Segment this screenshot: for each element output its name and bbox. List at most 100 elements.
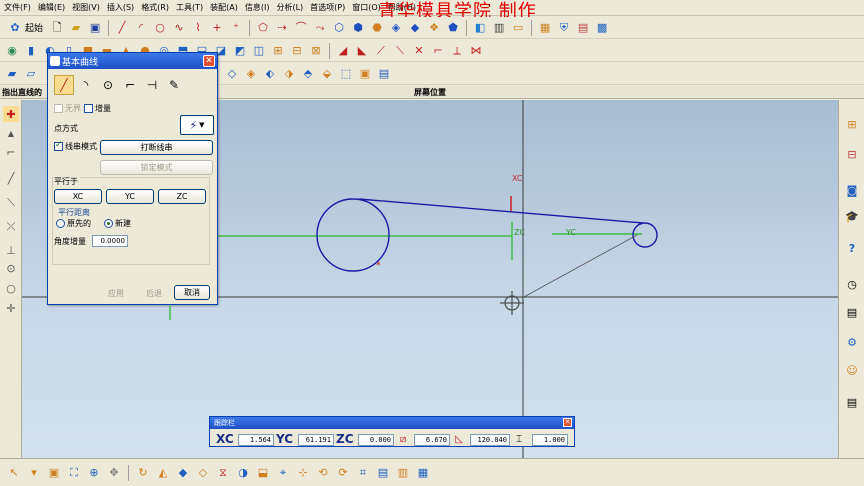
training-icon[interactable]: 🎓 — [844, 208, 860, 224]
visible-layers-icon[interactable]: ▥ — [395, 465, 411, 481]
menu-file[interactable]: 文件(F) — [4, 2, 31, 13]
unite-icon[interactable]: ⊞ — [270, 43, 286, 59]
section-view-icon[interactable]: ◑ — [235, 465, 251, 481]
orient-view-icon[interactable]: ▣ — [46, 465, 62, 481]
perspective-icon[interactable]: ◭ — [155, 465, 171, 481]
incremental-checkbox[interactable] — [84, 104, 93, 113]
history-icon[interactable]: ▤ — [575, 20, 591, 36]
fillet-icon[interactable]: ⌐ — [120, 75, 140, 95]
point-tool-icon[interactable]: + — [209, 20, 225, 36]
point-set-icon[interactable]: ⁺ — [228, 20, 244, 36]
help-icon[interactable]: ? — [844, 240, 860, 256]
parallel-xc-button[interactable]: XC — [54, 189, 102, 204]
fit-icon[interactable]: ⛶ — [66, 465, 82, 481]
apply-button[interactable]: 应用 — [108, 288, 124, 299]
length-input[interactable]: 6.670 — [414, 434, 450, 446]
wcs-origin-icon[interactable]: ⊹ — [295, 465, 311, 481]
extract-curve-icon[interactable]: ⬣ — [369, 20, 385, 36]
split-body-icon[interactable]: ⌐ — [430, 43, 446, 59]
tracking-bar-close-button[interactable]: ✕ — [563, 418, 572, 427]
scroll-up-icon[interactable]: ▲ — [3, 126, 19, 142]
text-curve-icon[interactable]: ◆ — [407, 20, 423, 36]
assembly-nav-icon[interactable]: ▦ — [537, 20, 553, 36]
end-point-icon[interactable]: ⌐ — [3, 144, 19, 160]
unbounded-checkbox[interactable] — [54, 104, 63, 113]
incremental-option[interactable]: 增量 — [84, 103, 111, 114]
scale-icon[interactable]: ▭ — [510, 20, 526, 36]
menu-tools[interactable]: 工具(T) — [176, 2, 203, 13]
angle-input[interactable]: 120.040 — [470, 434, 510, 446]
angle-increment-input[interactable]: 0.0000 — [92, 235, 128, 247]
project-curve-icon[interactable]: ⇢ — [274, 20, 290, 36]
studio-spline-icon[interactable]: ⌇ — [190, 20, 206, 36]
trim-body-icon[interactable]: ✕ — [411, 43, 427, 59]
zc-input[interactable]: 0.000 — [358, 434, 394, 446]
original-option[interactable]: 原先的 — [56, 218, 91, 229]
wcs-orient-icon[interactable]: ⟳ — [335, 465, 351, 481]
edit-parameter-icon[interactable]: ✎ — [164, 75, 184, 95]
wcs-rotate-icon[interactable]: ⟲ — [315, 465, 331, 481]
extrude-icon[interactable]: ▮ — [23, 43, 39, 59]
pan-icon[interactable]: ✥ — [106, 465, 122, 481]
point-on-curve-icon[interactable]: ✛ — [3, 300, 19, 316]
web-browser-icon[interactable]: ◙ — [844, 182, 860, 198]
n-sided-surface-icon[interactable]: ⬗ — [281, 66, 297, 82]
menu-window[interactable]: 窗口(O) — [352, 2, 381, 13]
history-clock-icon[interactable]: ◷ — [844, 276, 860, 292]
wcs-icon[interactable]: ⌖ — [275, 465, 291, 481]
offset-surface-icon[interactable]: ⬙ — [319, 66, 335, 82]
menu-assembly[interactable]: 装配(A) — [210, 2, 238, 13]
bridge-curve-icon[interactable]: ⌒ — [293, 20, 309, 36]
through-curves-icon[interactable]: ▱ — [23, 66, 39, 82]
intersection-curve-icon[interactable]: ⬡ — [331, 20, 347, 36]
wrap-curve-icon[interactable]: ◈ — [388, 20, 404, 36]
dialog-title-bar[interactable]: 基本曲线 ✕ — [48, 53, 217, 69]
scroll-down-icon[interactable]: ▤ — [844, 394, 860, 410]
mirror-icon[interactable]: ⟂ — [449, 43, 465, 59]
lock-mode-button[interactable]: 锁定模式 — [100, 160, 213, 175]
dialog-close-button[interactable]: ✕ — [203, 55, 215, 67]
groove-icon[interactable]: ◫ — [251, 43, 267, 59]
process-studio-icon[interactable]: ⚙ — [844, 334, 860, 350]
offset-curve-icon[interactable]: ⬠ — [255, 20, 271, 36]
menu-preferences[interactable]: 首选项(P) — [310, 2, 345, 13]
wcs-display-icon[interactable]: ⌗ — [355, 465, 371, 481]
new-option[interactable]: 新建 — [104, 218, 131, 229]
menu-analysis[interactable]: 分析(L) — [276, 2, 303, 13]
subtract-icon[interactable]: ⊟ — [289, 43, 305, 59]
line-tool-icon[interactable]: ╱ — [114, 20, 130, 36]
system-materials-icon[interactable]: ▤ — [844, 304, 860, 320]
edge-blend-icon[interactable]: ◢ — [335, 43, 351, 59]
draft-icon[interactable]: ⟍ — [392, 43, 408, 59]
parallel-yc-button[interactable]: YC — [106, 189, 154, 204]
pattern-icon[interactable]: ⋈ — [468, 43, 484, 59]
helix-icon[interactable]: ❖ — [426, 20, 442, 36]
menu-insert[interactable]: 插入(S) — [107, 2, 134, 13]
line-icon[interactable]: ╱ — [54, 75, 74, 95]
layer-settings-icon[interactable]: ▤ — [375, 465, 391, 481]
zoom-icon[interactable]: ⊕ — [86, 465, 102, 481]
shell-icon[interactable]: ⟋ — [373, 43, 389, 59]
unbounded-option[interactable]: 无界 — [54, 103, 81, 114]
back-button[interactable]: 后退 — [146, 288, 162, 299]
cancel-button[interactable]: 取消 — [174, 285, 210, 300]
menu-view[interactable]: 视图(V) — [72, 2, 100, 13]
offset-input[interactable]: 1.000 — [532, 434, 568, 446]
open-folder-icon[interactable]: ▰ — [68, 20, 84, 36]
roles-icon[interactable]: ☺ — [844, 362, 860, 378]
menu-format[interactable]: 格式(R) — [141, 2, 169, 13]
swept-surface-icon[interactable]: ◇ — [224, 66, 240, 82]
work-layer-icon[interactable]: ▦ — [415, 465, 431, 481]
wireframe-icon[interactable]: ◇ — [195, 465, 211, 481]
xc-input[interactable]: 1.564 — [238, 434, 274, 446]
rotate-icon[interactable]: ↻ — [135, 465, 151, 481]
circle-tool-icon[interactable]: ○ — [152, 20, 168, 36]
tracking-bar-title[interactable]: 跟踪栏 ✕ — [210, 417, 574, 429]
shaded-icon[interactable]: ◆ — [175, 465, 191, 481]
save-icon[interactable]: ▣ — [87, 20, 103, 36]
section-curve-icon[interactable]: ⬢ — [350, 20, 366, 36]
circle-icon[interactable]: ⊙ — [98, 75, 118, 95]
slot-icon[interactable]: ◩ — [232, 43, 248, 59]
snap-view-icon[interactable]: ⬓ — [255, 465, 271, 481]
law-curve-icon[interactable]: ⬟ — [445, 20, 461, 36]
